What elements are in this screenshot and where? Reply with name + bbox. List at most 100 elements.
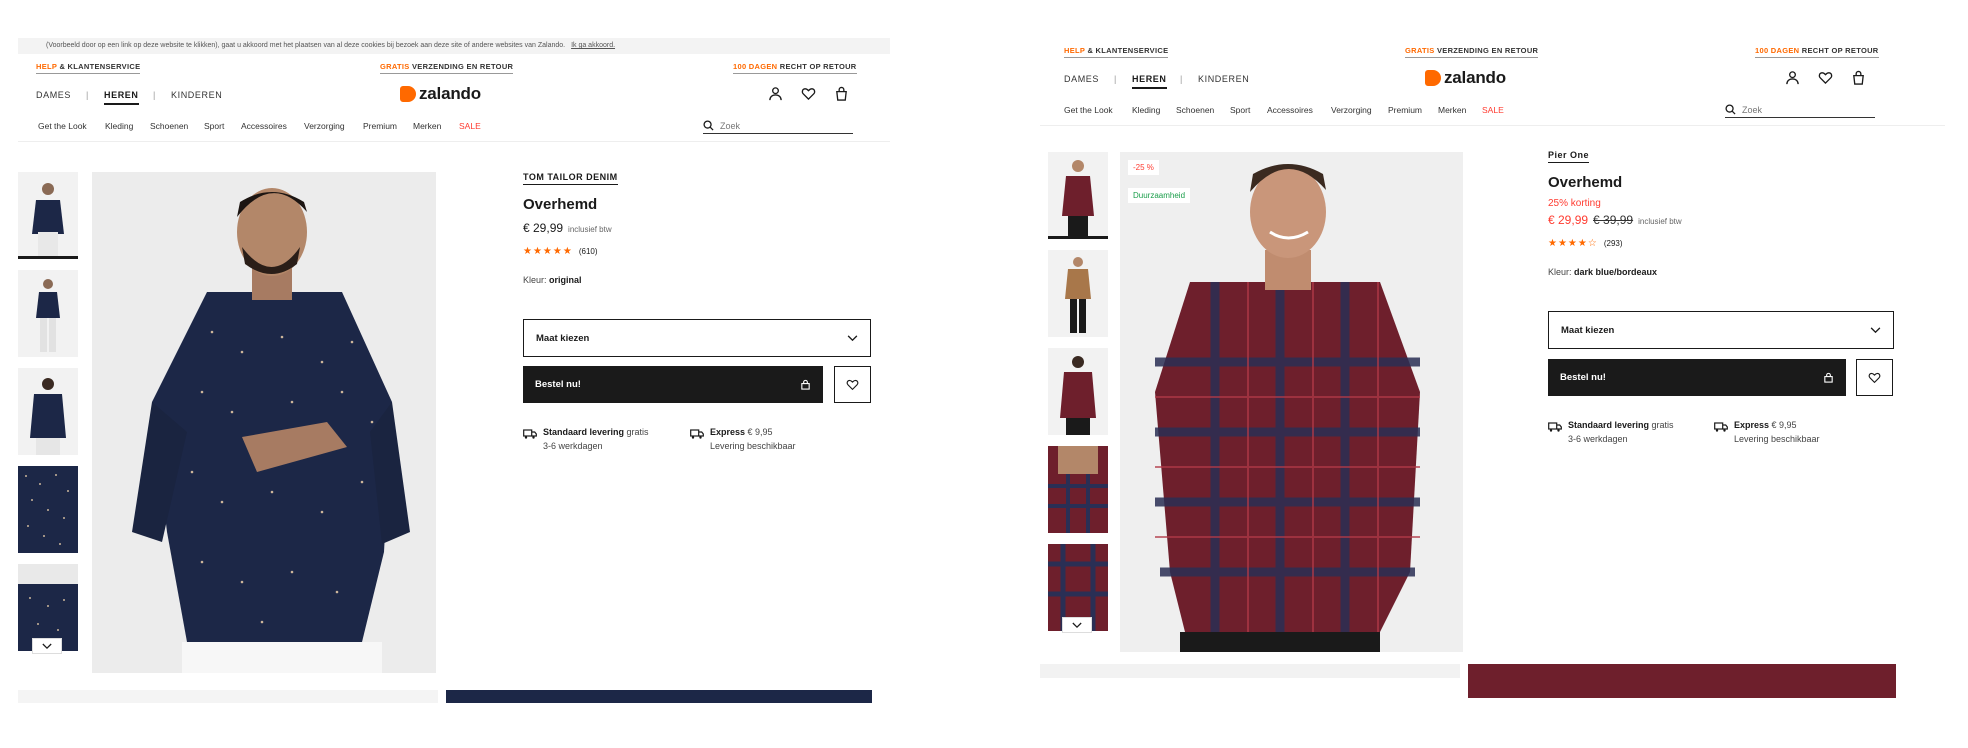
- lock-icon: [1824, 372, 1833, 383]
- account-icons: [1785, 70, 1866, 85]
- color-value: original: [549, 275, 582, 285]
- wishlist-button[interactable]: [1856, 359, 1893, 396]
- rating-stars-icon: ★★★★☆: [1548, 238, 1598, 249]
- discount-text: 25% korting: [1548, 198, 1601, 209]
- rating-count: (610): [578, 247, 598, 256]
- thumbnail-4[interactable]: [18, 466, 78, 553]
- thumbnails-down-button[interactable]: [32, 638, 62, 654]
- search-placeholder: Zoek: [720, 120, 741, 131]
- rating-stars-icon: ★★★★★: [523, 246, 573, 257]
- nav-women[interactable]: DAMES: [1064, 74, 1099, 84]
- cookie-accept-link[interactable]: Ik ga akkoord.: [571, 42, 615, 49]
- product-image[interactable]: -25 % Duurzaamheid: [1120, 152, 1463, 652]
- left-screenshot: (Voorbeeld door op een link op deze webs…: [18, 38, 890, 703]
- size-select-label: Maat kiezen: [536, 332, 590, 344]
- cat-sport[interactable]: Sport: [204, 121, 224, 131]
- nav-kids[interactable]: KINDEREN: [171, 90, 222, 100]
- thumbnail-2[interactable]: [1048, 250, 1108, 337]
- cat-get-the-look[interactable]: Get the Look: [38, 121, 87, 131]
- product-title: Overhemd: [1548, 174, 1623, 191]
- account-icons: [768, 86, 849, 101]
- zalando-logo-icon: [400, 86, 416, 102]
- chevron-down-icon: [1870, 326, 1881, 333]
- cart-icon[interactable]: [834, 86, 849, 101]
- returns-link[interactable]: 100 DAGEN RECHT OP RETOUR: [733, 62, 857, 74]
- wishlist-icon[interactable]: [801, 86, 816, 101]
- thumbnail-2[interactable]: [18, 270, 78, 357]
- user-icon[interactable]: [1785, 70, 1800, 85]
- rating-count: (293): [1603, 239, 1623, 248]
- cat-get-the-look[interactable]: Get the Look: [1064, 105, 1113, 115]
- nav-separator: |: [86, 90, 89, 100]
- sale-price: € 29,99: [1548, 213, 1589, 227]
- express-delivery: Express € 9,95 Levering beschikbaar: [1714, 420, 1820, 444]
- brand-link[interactable]: TOM TAILOR DENIM: [523, 172, 618, 185]
- price: € 29,99: [523, 221, 564, 235]
- order-button[interactable]: Bestel nu!: [523, 366, 823, 403]
- cat-kleding[interactable]: Kleding: [105, 121, 133, 131]
- zalando-logo-icon: [1425, 70, 1441, 86]
- cat-sport[interactable]: Sport: [1230, 105, 1250, 115]
- service-bar: HELP & KLANTENSERVICE GRATIS VERZENDING …: [1040, 38, 1945, 60]
- product-image[interactable]: [92, 172, 436, 673]
- cat-merken[interactable]: Merken: [413, 121, 441, 131]
- order-button[interactable]: Bestel nu!: [1548, 359, 1846, 396]
- price-row: € 29,99 inclusief btw: [523, 221, 612, 235]
- size-select[interactable]: Maat kiezen: [1548, 311, 1894, 349]
- size-select-label: Maat kiezen: [1561, 324, 1615, 336]
- nav-kids[interactable]: KINDEREN: [1198, 74, 1249, 84]
- thumbnail-1[interactable]: [18, 172, 78, 259]
- cat-sale[interactable]: SALE: [1482, 105, 1504, 115]
- search-input[interactable]: Zoek: [703, 118, 853, 134]
- rating[interactable]: ★★★★★ (610): [523, 246, 598, 257]
- rating[interactable]: ★★★★☆ (293): [1548, 238, 1623, 249]
- category-nav: Get the Look Kleding Schoenen Sport Acce…: [18, 112, 890, 142]
- thumbnail-3[interactable]: [1048, 348, 1108, 435]
- search-input[interactable]: Zoek: [1725, 102, 1875, 118]
- help-link[interactable]: HELP & KLANTENSERVICE: [1064, 46, 1169, 58]
- cat-verzorging[interactable]: Verzorging: [1331, 105, 1372, 115]
- cart-icon[interactable]: [1851, 70, 1866, 85]
- cat-kleding[interactable]: Kleding: [1132, 105, 1160, 115]
- color-info: Kleur: original: [523, 275, 582, 285]
- thumbnail-1[interactable]: [1048, 152, 1108, 239]
- heart-icon: [1868, 372, 1881, 384]
- zalando-logo[interactable]: zalando: [400, 84, 481, 104]
- returns-link[interactable]: 100 DAGEN RECHT OP RETOUR: [1755, 46, 1879, 58]
- wishlist-icon[interactable]: [1818, 70, 1833, 85]
- thumbnail-4[interactable]: [1048, 446, 1108, 533]
- cat-sale[interactable]: SALE: [459, 121, 481, 131]
- free-shipping-link[interactable]: GRATIS VERZENDING EN RETOUR: [380, 62, 514, 74]
- lock-icon: [801, 379, 810, 390]
- user-icon[interactable]: [768, 86, 783, 101]
- color-info: Kleur: dark blue/bordeaux: [1548, 267, 1658, 277]
- free-shipping-link[interactable]: GRATIS VERZENDING EN RETOUR: [1405, 46, 1539, 58]
- cat-accessoires[interactable]: Accessoires: [1267, 105, 1313, 115]
- details-strip: [1040, 664, 1460, 678]
- cookie-banner: (Voorbeeld door op een link op deze webs…: [18, 38, 890, 54]
- details-strip: [18, 690, 438, 703]
- cat-merken[interactable]: Merken: [1438, 105, 1466, 115]
- zalando-logo[interactable]: zalando: [1425, 68, 1506, 88]
- thumbnail-3[interactable]: [18, 368, 78, 455]
- search-placeholder: Zoek: [1742, 104, 1763, 115]
- express-truck-icon: [1714, 422, 1728, 432]
- wishlist-button[interactable]: [834, 366, 871, 403]
- cat-verzorging[interactable]: Verzorging: [304, 121, 345, 131]
- nav-men[interactable]: HEREN: [1132, 74, 1167, 89]
- cat-schoenen[interactable]: Schoenen: [150, 121, 188, 131]
- help-link[interactable]: HELP & KLANTENSERVICE: [36, 62, 141, 74]
- nav-men[interactable]: HEREN: [104, 90, 139, 105]
- cat-accessoires[interactable]: Accessoires: [241, 121, 287, 131]
- thumbnails-down-button[interactable]: [1062, 617, 1092, 633]
- size-select[interactable]: Maat kiezen: [523, 319, 871, 357]
- nav-separator: |: [153, 90, 156, 100]
- original-price: € 39,99: [1593, 213, 1634, 227]
- discount-badge: -25 %: [1128, 160, 1159, 175]
- cat-premium[interactable]: Premium: [363, 121, 397, 131]
- cat-premium[interactable]: Premium: [1388, 105, 1422, 115]
- cookie-text: (Voorbeeld door op een link op deze webs…: [46, 42, 566, 49]
- cat-schoenen[interactable]: Schoenen: [1176, 105, 1214, 115]
- nav-women[interactable]: DAMES: [36, 90, 71, 100]
- brand-link[interactable]: Pier One: [1548, 150, 1590, 163]
